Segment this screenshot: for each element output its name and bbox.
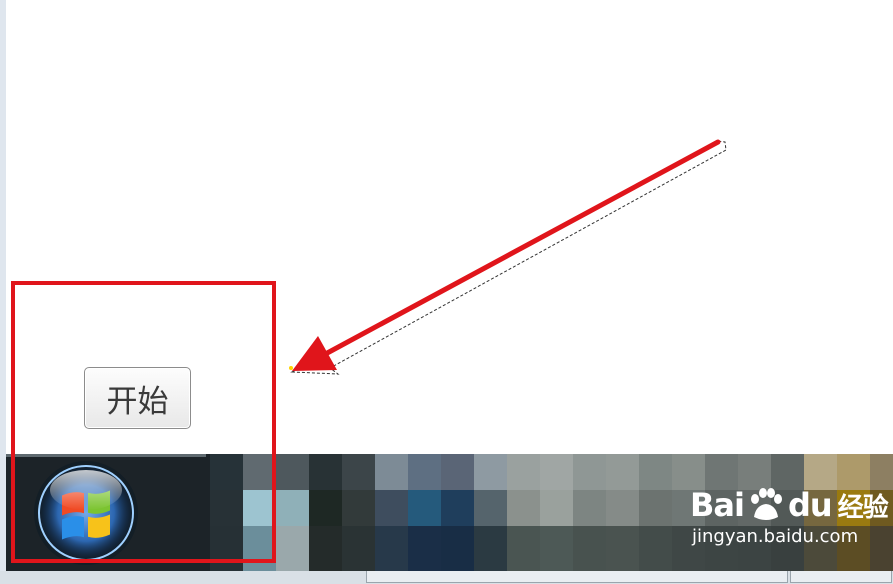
taskbar-top-edge — [6, 454, 206, 457]
windows-start-button[interactable] — [30, 460, 143, 566]
bottom-strip — [0, 571, 893, 584]
start-tooltip-label: 开始 — [106, 383, 169, 420]
bottom-tab — [366, 571, 788, 583]
start-tooltip: 开始 — [84, 367, 191, 429]
bottom-tab — [790, 571, 892, 583]
taskbar — [6, 454, 893, 571]
taskbar-blurred-region — [210, 454, 893, 571]
